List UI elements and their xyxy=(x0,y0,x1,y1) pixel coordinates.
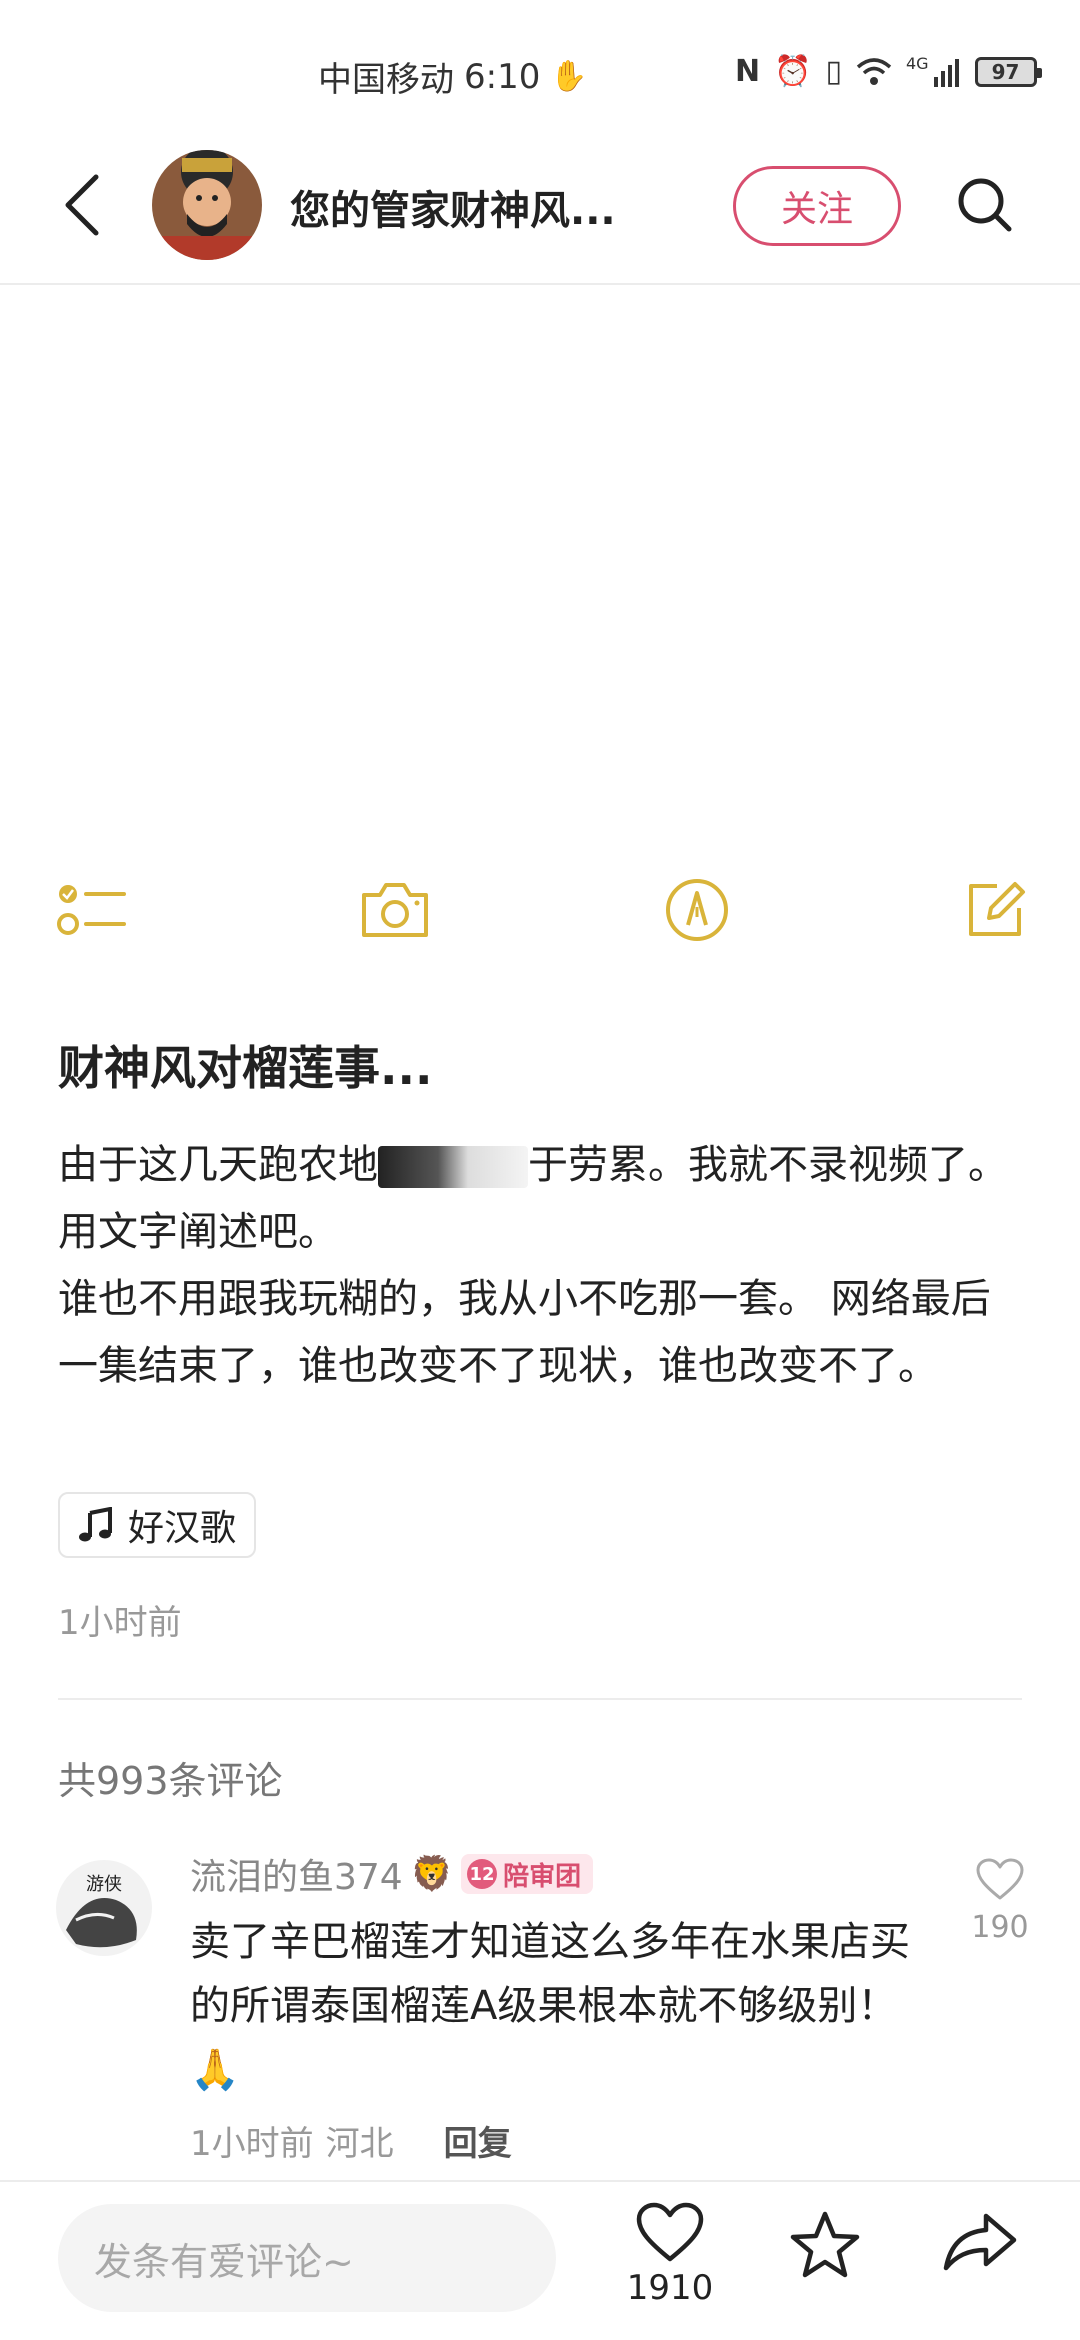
checklist-icon xyxy=(57,885,126,935)
music-note-icon xyxy=(79,1507,112,1542)
camera-button[interactable] xyxy=(355,870,435,950)
music-tag[interactable]: 好汉歌 xyxy=(58,1492,257,1558)
author-avatar[interactable] xyxy=(152,150,262,260)
comment-time: 1小时前 xyxy=(190,2124,314,2164)
alarm-icon: ⏰ xyxy=(774,54,812,89)
badge-label: 陪审团 xyxy=(503,1861,582,1892)
comment-meta: 1小时前 河北 回复 xyxy=(190,2116,512,2165)
reply-button[interactable]: 回复 xyxy=(444,2116,512,2165)
post-paragraph-2: 谁也不用跟我玩糊的，我从小不吃那一套。 网络最后一集结束了，谁也改变不了现状，谁… xyxy=(58,1276,991,1389)
pen-icon xyxy=(666,879,728,941)
post-text-part-a: 由于这几天跑农地 xyxy=(58,1142,378,1188)
camera-icon xyxy=(362,883,428,937)
edit-button[interactable] xyxy=(955,870,1035,950)
comment-item: 游侠 流泪的鱼374 🦁 12 陪审团 卖了辛巴榴莲才知道这么多年在水果店买的所… xyxy=(0,1848,1080,2168)
comment-body: 卖了辛巴榴莲才知道这么多年在水果店买的所谓泰国榴莲A级果根本就不够级别！ xyxy=(190,1919,910,2029)
follow-button[interactable]: 关注 xyxy=(733,166,901,246)
post-header: 您的管家财神风... 关注 xyxy=(0,150,1080,285)
post-title: 财神风对榴莲事... xyxy=(58,1041,433,1095)
search-icon xyxy=(958,178,1012,232)
commenter-name[interactable]: 流泪的鱼374 xyxy=(190,1848,403,1900)
carrier-label: 中国移动 xyxy=(318,60,454,100)
star-icon xyxy=(790,2211,860,2278)
comment-count: 共993条评论 xyxy=(58,1759,283,1803)
search-button[interactable] xyxy=(950,170,1020,240)
battery-level: 97 xyxy=(991,59,1020,84)
status-bar: 中国移动 6:10 ✋ N ⏰ ▯ 4G 97 xyxy=(0,0,1080,150)
lion-emoji: 🦁 xyxy=(410,1854,454,1894)
music-tag-label: 好汉歌 xyxy=(128,1508,237,1549)
share-button[interactable] xyxy=(935,2210,1025,2272)
commenter-avatar-image: 游侠 xyxy=(56,1860,152,1956)
heart-icon xyxy=(636,2202,704,2262)
jury-badge[interactable]: 12 陪审团 xyxy=(461,1854,594,1894)
pray-emoji: 🙏 xyxy=(190,2047,240,2093)
media-toolbar xyxy=(0,870,1080,950)
post-paragraph-1: 由于这几天跑农地 于劳累。我就不录视频了。用文字阐述吧。 xyxy=(58,1132,1018,1266)
like-count: 1910 xyxy=(626,2268,714,2308)
pen-button[interactable] xyxy=(657,870,737,950)
heart-icon xyxy=(976,1858,1024,1900)
redacted-text xyxy=(378,1146,528,1188)
comment-like-count: 190 xyxy=(971,1910,1029,1945)
post-time: 1小时前 xyxy=(58,1603,182,1643)
back-button[interactable] xyxy=(52,170,112,240)
like-button[interactable]: 1910 xyxy=(625,2202,715,2308)
edit-icon xyxy=(969,882,1025,936)
comment-location: 河北 xyxy=(325,2124,394,2164)
avatar-image xyxy=(152,150,262,260)
comment-input[interactable]: 发条有爱评论~ xyxy=(58,2204,556,2312)
bottom-action-bar: 发条有爱评论~ 1910 xyxy=(0,2180,1080,2340)
gesture-icon: ✋ xyxy=(550,59,588,94)
badge-level: 12 xyxy=(467,1859,498,1889)
status-left: 中国移动 6:10 ✋ xyxy=(318,52,588,101)
commenter-avatar[interactable]: 游侠 xyxy=(56,1860,152,1956)
divider xyxy=(58,1698,1022,1700)
nfc-icon: N xyxy=(735,54,761,89)
battery-icon: 97 xyxy=(974,56,1042,87)
vibrate-icon: ▯ xyxy=(825,54,842,89)
post-body: 由于这几天跑农地 于劳累。我就不录视频了。用文字阐述吧。 谁也不用跟我玩糊的，我从… xyxy=(58,1132,1018,1400)
svg-text:游侠: 游侠 xyxy=(86,1874,122,1895)
status-right: N ⏰ ▯ 4G 97 xyxy=(735,54,1042,89)
back-arrow-icon xyxy=(65,174,99,236)
clock: 6:10 xyxy=(464,56,541,97)
comment-text[interactable]: 卖了辛巴榴莲才知道这么多年在水果店买的所谓泰国榴莲A级果根本就不够级别！ 🙏 xyxy=(190,1910,910,2102)
checklist-button[interactable] xyxy=(52,870,132,950)
comment-like-button[interactable]: 190 xyxy=(960,1858,1040,1945)
favorite-button[interactable] xyxy=(780,2210,870,2280)
wifi-icon xyxy=(856,57,892,85)
network-type: 4G xyxy=(905,54,929,73)
share-icon xyxy=(943,2213,1017,2271)
commenter-info: 流泪的鱼374 🦁 12 陪审团 xyxy=(190,1848,594,1900)
signal-icon xyxy=(933,58,959,87)
author-name[interactable]: 您的管家财神风... xyxy=(290,178,616,236)
